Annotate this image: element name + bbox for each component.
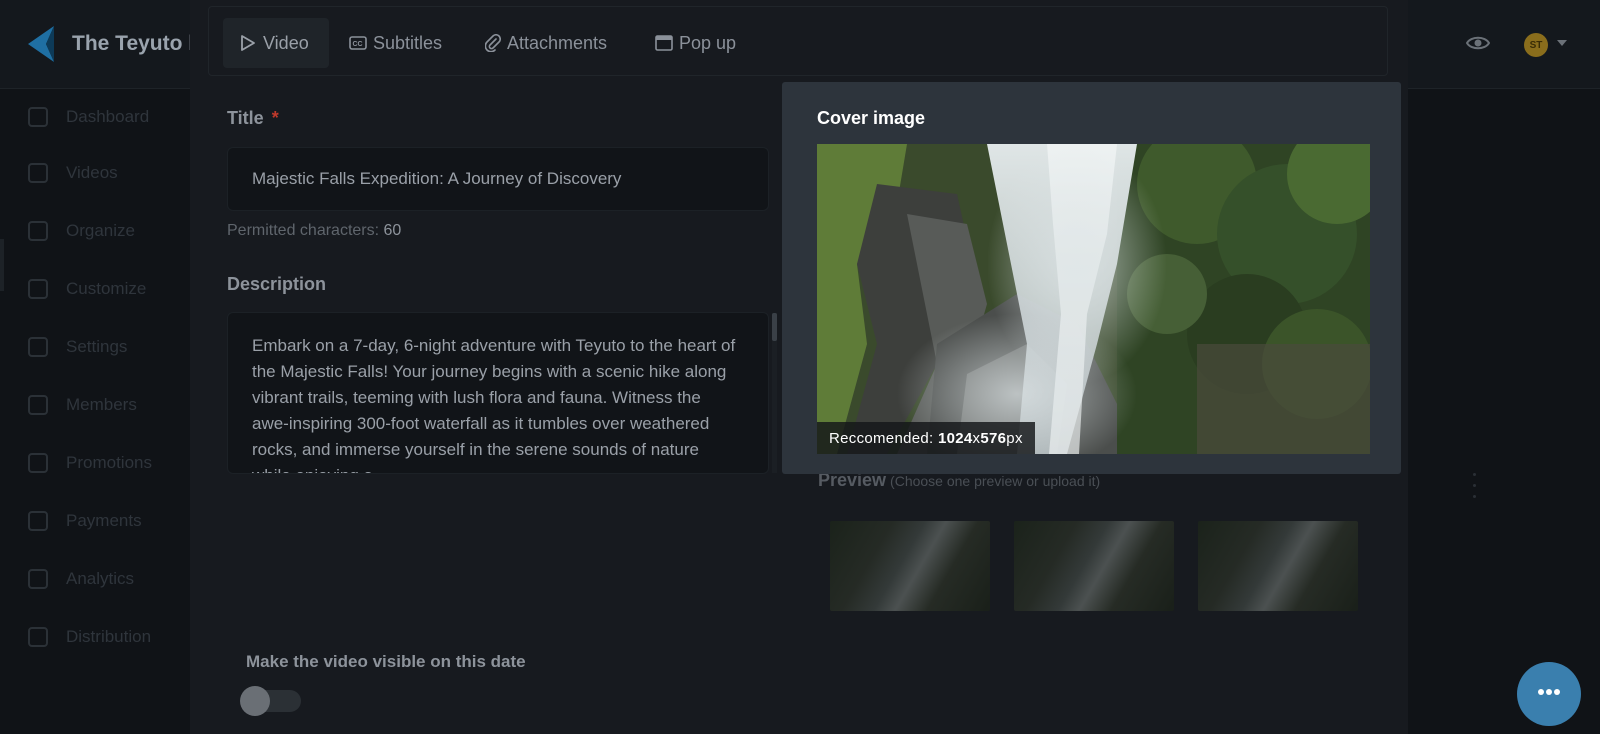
background-content (1408, 89, 1600, 734)
permitted-count: 60 (383, 222, 402, 239)
settings-icon (28, 337, 48, 357)
sidebar-item-organize[interactable]: Organize (28, 216, 188, 246)
sidebar-item-customize[interactable]: Customize (28, 274, 188, 304)
sidebar-item-label: Settings (66, 337, 128, 356)
cc-icon: CC (349, 36, 367, 50)
sidebar-active-indicator (0, 239, 4, 291)
home-icon (28, 107, 48, 127)
tab-label: Subtitles (373, 32, 443, 53)
sidebar-item-members[interactable]: Members (28, 390, 188, 420)
tab-label: Attachments (507, 32, 608, 53)
tab-label: Pop up (679, 32, 737, 53)
promotions-icon (28, 453, 48, 473)
chat-bubble-icon (1531, 681, 1567, 710)
recommended-height: 576 (980, 429, 1007, 447)
distribution-icon (28, 627, 48, 647)
description-textarea[interactable]: Embark on a 7-day, 6-night adventure wit… (227, 312, 769, 474)
brand-name[interactable]: The Teyuto l (72, 32, 194, 56)
preview-hint: (Choose one preview or upload it) (890, 473, 1101, 489)
sidebar-item-label: Distribution (66, 627, 152, 646)
recommended-unit: px (1006, 429, 1023, 447)
analytics-icon (28, 569, 48, 589)
visible-date-toggle-knob[interactable] (240, 686, 270, 716)
tab-popup[interactable]: Pop up (639, 18, 752, 68)
sidebar-item-promotions[interactable]: Promotions (28, 448, 188, 478)
tab-label: Video (263, 32, 309, 53)
waterfall-image (817, 144, 1370, 454)
sidebar-item-distribution[interactable]: Distribution (28, 622, 188, 652)
more-vertical-icon[interactable] (1473, 473, 1476, 501)
play-icon (241, 35, 255, 51)
sidebar-item-label: Dashboard (66, 107, 150, 126)
sidebar-item-label: Analytics (66, 569, 135, 588)
cover-image-card: Cover image Reccomended: 1024 x 576 px (782, 82, 1401, 474)
tab-bar: Video CC Subtitles Attachments Pop up (208, 6, 1388, 76)
permitted-characters: Permitted characters: 60 (227, 222, 401, 240)
visible-date-label: Make the video visible on this date (246, 652, 526, 671)
cover-image[interactable]: Reccomended: 1024 x 576 px (817, 144, 1370, 454)
preview-thumbnail-2[interactable] (1014, 521, 1174, 611)
window-icon (655, 35, 673, 51)
sidebar-item-payments[interactable]: Payments (28, 506, 188, 536)
sidebar: Dashboard Videos Organize Customize Sett… (0, 89, 190, 734)
sidebar-item-settings[interactable]: Settings (28, 332, 188, 362)
recommended-x: x (972, 429, 981, 447)
sidebar-item-dashboard[interactable]: Dashboard (28, 102, 188, 132)
eye-icon[interactable] (1466, 34, 1490, 52)
title-input[interactable]: Majestic Falls Expedition: A Journey of … (227, 147, 769, 211)
tab-subtitles[interactable]: CC Subtitles (333, 18, 458, 68)
sidebar-item-label: Organize (66, 221, 135, 240)
description-scroll-thumb[interactable] (772, 313, 777, 341)
avatar[interactable]: ST (1524, 33, 1548, 57)
sidebar-item-label: Promotions (66, 453, 152, 472)
paperclip-icon (485, 34, 501, 52)
required-mark: * (271, 108, 279, 128)
recommended-prefix: Reccomended: (829, 429, 934, 447)
recommended-width: 1024 (937, 429, 973, 447)
preview-thumbnail-1[interactable] (830, 521, 990, 611)
sidebar-item-label: Payments (66, 511, 142, 530)
description-label: Description (227, 274, 327, 294)
chevron-down-icon[interactable] (1557, 40, 1567, 46)
preview-thumbnail-3[interactable] (1198, 521, 1358, 611)
chat-button[interactable] (1517, 662, 1581, 726)
title-label-text: Title (227, 108, 264, 128)
permitted-label: Permitted characters: (227, 222, 380, 239)
title-label: Title * (227, 108, 279, 129)
sidebar-item-analytics[interactable]: Analytics (28, 564, 188, 594)
organize-icon (28, 221, 48, 241)
sidebar-item-label: Customize (66, 279, 147, 298)
sidebar-item-label: Videos (66, 163, 118, 182)
tab-attachments[interactable]: Attachments (469, 18, 623, 68)
cover-image-title: Cover image (817, 108, 926, 128)
video-icon (28, 163, 48, 183)
teyuto-logo-icon (28, 26, 54, 62)
brush-icon (28, 279, 48, 299)
sidebar-item-label: Members (66, 395, 137, 414)
sidebar-item-videos[interactable]: Videos (28, 158, 188, 188)
payments-icon (28, 511, 48, 531)
svg-text:CC: CC (353, 41, 363, 48)
members-icon (28, 395, 48, 415)
tab-video[interactable]: Video (223, 18, 329, 68)
recommended-size-badge: Reccomended: 1024 x 576 px (817, 422, 1035, 454)
